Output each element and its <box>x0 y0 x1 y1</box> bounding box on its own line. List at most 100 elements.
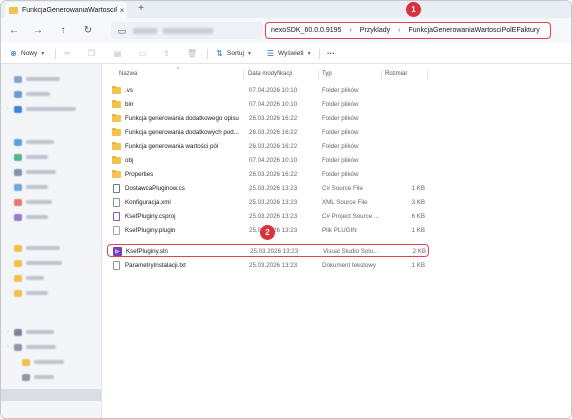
chevron-right-icon <box>5 169 11 175</box>
forward-icon[interactable]: → <box>31 24 45 38</box>
sidebar-item[interactable] <box>1 151 102 163</box>
gallery-icon <box>14 90 22 98</box>
blurred-sidebar-label <box>26 261 62 265</box>
file-row[interactable]: DostawcaPluginow.cs 25.03.2026 13:23 C# … <box>107 182 429 195</box>
file-type: XML Source File <box>322 199 368 206</box>
file-date: 26.03.2026 16:22 <box>249 143 298 150</box>
blurred-sidebar-label <box>26 200 52 204</box>
column-header-date[interactable]: Data modyfikacji <box>248 71 292 77</box>
back-icon[interactable]: ← <box>7 24 21 38</box>
computer-icon <box>14 328 22 336</box>
drive-icon <box>14 343 22 351</box>
blurred-sidebar-label <box>26 215 48 219</box>
new-tab-button[interactable]: + <box>135 3 147 15</box>
file-row-highlighted[interactable]: KsefPluginy.sln 25.03.2026 13:23 Visual … <box>107 244 429 257</box>
sidebar-item[interactable] <box>1 88 102 100</box>
share-button[interactable]: ⇪ <box>162 47 174 60</box>
column-header-name[interactable]: Nazwa <box>119 71 137 77</box>
folder-icon <box>112 169 121 178</box>
sidebar-item[interactable] <box>1 166 102 178</box>
sidebar-item[interactable] <box>1 242 102 254</box>
column-divider[interactable] <box>318 70 319 80</box>
sidebar-item[interactable] <box>1 73 102 85</box>
file-date: 25.03.2026 13:23 <box>249 199 298 206</box>
column-header-size[interactable]: Rozmiar <box>385 71 407 77</box>
file-row[interactable]: ParametryInstalacji.txt 25.03.2026 13:23… <box>107 259 429 272</box>
plus-icon: ⊕ <box>10 49 17 58</box>
refresh-icon[interactable]: ↻ <box>81 24 95 38</box>
sidebar-item[interactable] <box>1 136 102 148</box>
rename-button[interactable]: ▭ <box>138 47 150 60</box>
rename-icon: ▭ <box>138 49 147 58</box>
chevron-right-icon <box>5 245 11 251</box>
folder-icon <box>112 141 121 150</box>
music-icon <box>14 198 22 206</box>
file-row[interactable]: obj 07.04.2026 10:10 Folder plików <box>107 154 429 167</box>
copy-button[interactable]: ❐ <box>87 47 99 60</box>
new-button[interactable]: ⊕ Nowy ▼ <box>9 47 45 60</box>
column-header-type[interactable]: Typ <box>322 71 332 77</box>
chevron-right-icon <box>5 184 11 190</box>
breadcrumb-segment[interactable]: nexoSDK_60.0.0.9195 <box>271 27 341 34</box>
sidebar-item[interactable]: › <box>1 341 102 353</box>
sidebar-item[interactable] <box>1 371 102 383</box>
folder-icon <box>14 289 22 297</box>
breadcrumb-segment[interactable]: FunkcjaGenerowaniaWartosciPolEFaktury <box>408 27 539 34</box>
cloud-icon <box>14 105 22 113</box>
chevron-right-icon <box>5 76 11 82</box>
file-type: Folder plików <box>322 157 359 164</box>
file-type: Visual Studio Solu... <box>323 248 379 255</box>
toolbar-divider <box>207 49 208 59</box>
file-date: 26.03.2026 16:22 <box>249 171 298 178</box>
address-bar-obscured-segments[interactable]: ▭ <box>111 22 263 39</box>
sort-button[interactable]: ⇅ Sortuj ▼ <box>215 47 252 60</box>
sidebar-item[interactable] <box>1 196 102 208</box>
sidebar-item[interactable]: › <box>1 103 102 115</box>
sidebar-item[interactable] <box>1 257 102 269</box>
column-divider[interactable] <box>427 70 428 80</box>
blurred-sidebar-label <box>26 291 48 295</box>
file-row[interactable]: Funkcja generowania wartości pól 26.03.2… <box>107 140 429 153</box>
file-name: Funkcja generowania wartości pól <box>125 143 219 150</box>
trash-icon: 🗑 <box>187 49 198 58</box>
sidebar-item[interactable] <box>1 272 102 284</box>
sidebar-item[interactable] <box>1 287 102 299</box>
file-size: 3 KB <box>411 199 425 206</box>
blurred-sidebar-label <box>26 246 60 250</box>
view-button[interactable]: ☰ Wyświetl ▼ <box>266 47 312 60</box>
folder-icon <box>112 113 121 122</box>
column-divider[interactable] <box>243 70 244 80</box>
column-divider[interactable] <box>381 70 382 80</box>
address-bar-path[interactable]: nexoSDK_60.0.0.9195 › Przyklady › Funkcj… <box>265 22 551 39</box>
file-row[interactable]: Funkcja generowania dodatkowych pod... 2… <box>107 126 429 139</box>
sidebar-item[interactable] <box>1 211 102 223</box>
file-row[interactable]: Properties 26.03.2026 16:22 Folder plikó… <box>107 168 429 181</box>
close-tab-icon[interactable]: × <box>117 6 127 15</box>
sidebar-item[interactable] <box>1 356 102 368</box>
folder-icon <box>112 127 121 136</box>
cut-button[interactable]: ✂ <box>63 47 75 60</box>
copy-icon: ❐ <box>87 49 96 58</box>
file-row[interactable]: KsefPluginy.csproj 25.03.2026 13:23 C# P… <box>107 210 429 223</box>
file-row[interactable]: bin 07.04.2026 10:10 Folder plików <box>107 98 429 111</box>
folder-icon <box>112 85 121 94</box>
paste-button[interactable]: ▤ <box>113 47 125 60</box>
chevron-right-icon <box>13 359 19 365</box>
share-icon: ⇪ <box>163 49 170 58</box>
file-type: Plik PLUGIN <box>322 227 357 234</box>
chevron-down-icon: ▼ <box>40 50 46 57</box>
breadcrumb-separator: › <box>398 27 401 34</box>
up-icon[interactable]: ↑ <box>56 24 70 38</box>
tab-current-folder[interactable]: FunkcjaGenerowaniaWartosciP × <box>5 2 127 18</box>
file-row[interactable]: Funkcja generowania dodatkowego opisu 26… <box>107 112 429 125</box>
delete-button[interactable]: 🗑 <box>187 47 199 60</box>
sidebar-selected-item[interactable] <box>1 389 101 401</box>
breadcrumb-segment[interactable]: Przyklady <box>360 27 390 34</box>
sidebar-item[interactable]: › <box>1 326 102 338</box>
file-row[interactable]: .vs 07.04.2026 10:10 Folder plików <box>107 84 429 97</box>
chevron-right-icon <box>5 139 11 145</box>
file-size: 2 KB <box>412 248 426 255</box>
sidebar-item[interactable] <box>1 181 102 193</box>
file-row[interactable]: Konfiguracja.xml 25.03.2026 13:23 XML So… <box>107 196 429 209</box>
more-options-button[interactable]: ··· <box>327 47 335 60</box>
